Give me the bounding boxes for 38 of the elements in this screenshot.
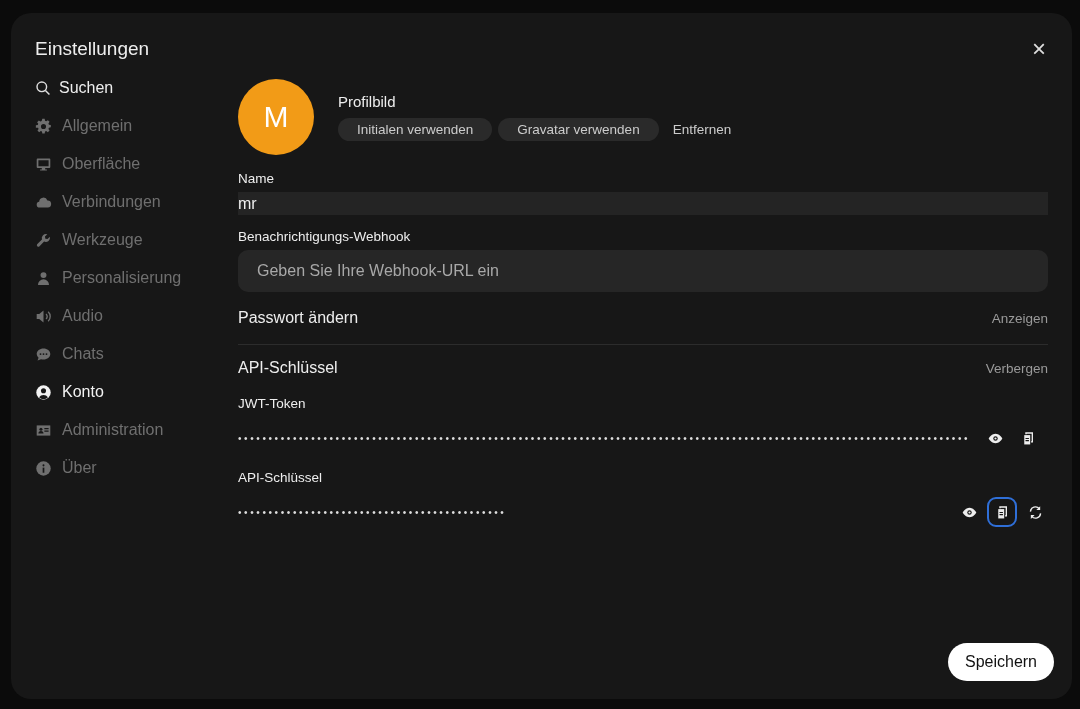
search-icon: [35, 80, 51, 96]
sidebar-item[interactable]: Allgemein: [35, 107, 238, 145]
hide-toggle[interactable]: Verbergen: [985, 360, 1048, 376]
avatar[interactable]: M: [238, 79, 314, 155]
wrench-icon: [35, 231, 52, 249]
close-button[interactable]: ×: [1032, 37, 1046, 61]
show-toggle[interactable]: Anzeigen: [991, 310, 1048, 326]
info-icon: [35, 459, 52, 477]
save-button[interactable]: Speichern: [947, 643, 1054, 681]
avatar-option-button[interactable]: Gravatar verwenden: [498, 118, 659, 141]
sidebar-item[interactable]: Chats: [35, 335, 238, 373]
field-label: API-Schlüssel: [238, 470, 324, 485]
sidebar-item[interactable]: Werkzeuge: [35, 221, 238, 259]
sidebar-item[interactable]: Administration: [35, 411, 238, 449]
sidebar-item[interactable]: Audio: [35, 297, 238, 335]
field-label: JWT-Token: [238, 396, 307, 411]
section-title: Passwort ändern: [238, 309, 359, 327]
section-title: Profilbild: [338, 93, 397, 110]
remove-button[interactable]: Entfernen: [664, 118, 740, 141]
user-circle-icon: [35, 383, 52, 401]
webhook-field[interactable]: Geben Sie Ihre Webhook-URL ein: [238, 250, 1048, 292]
search-field[interactable]: Suchen: [59, 79, 209, 97]
avatar-option-button[interactable]: Initialen verwenden: [338, 118, 493, 141]
sidebar-item[interactable]: Oberfläche: [35, 145, 238, 183]
copy-icon[interactable]: [989, 499, 1015, 525]
name-field[interactable]: mr: [238, 192, 1048, 215]
person-icon: [35, 269, 52, 287]
field-label: Name: [238, 171, 275, 186]
gear-icon: [35, 117, 52, 135]
sidebar-item[interactable]: Konto: [35, 373, 238, 411]
dialog-title: Einstellungen: [35, 38, 150, 60]
masked-key: ••••••••••••••••••••••••••••••••••••••••••••: [238, 506, 949, 518]
section-title: API-Schlüssel: [238, 359, 338, 377]
masked-key: ••••••••••••••••••••••••••••••••••••••••••••••••••••••••••••••••••••••••••••••••••••••••••••••••••••••••••••••••••••••••: [238, 432, 975, 444]
field-label: Benachrichtigungs-Webhook: [238, 229, 412, 244]
sidebar-item[interactable]: Über: [35, 449, 238, 487]
sidebar-item[interactable]: Personalisierung: [35, 259, 238, 297]
sidebar-item[interactable]: Verbindungen: [35, 183, 238, 221]
